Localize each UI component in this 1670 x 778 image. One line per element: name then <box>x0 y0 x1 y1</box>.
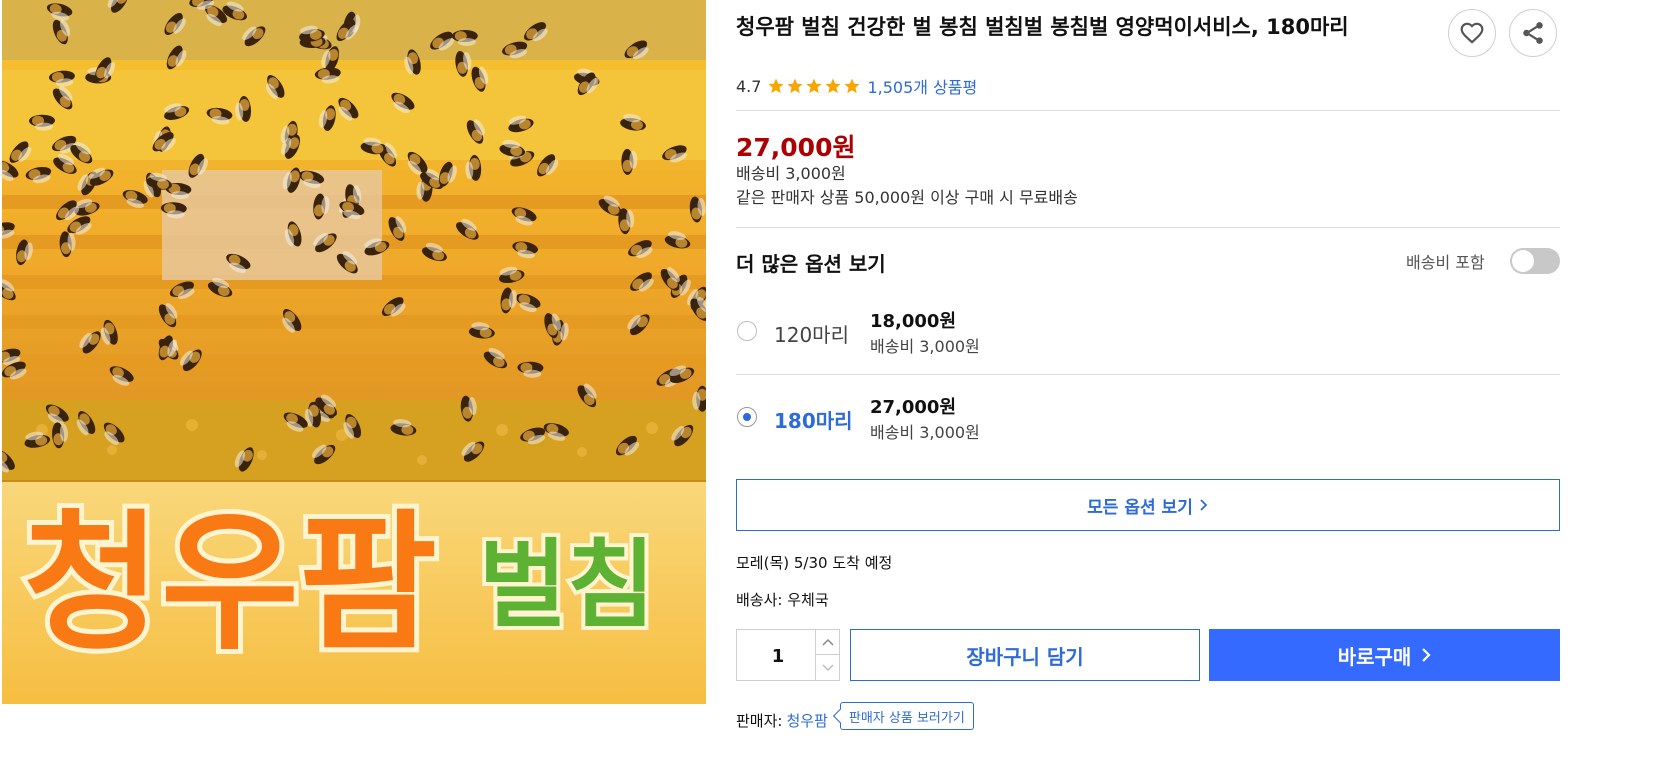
quantity-decrease-button[interactable] <box>815 655 839 680</box>
carrier-info: 배송사: 우체국 <box>736 591 829 609</box>
quantity-stepper <box>736 629 840 682</box>
star-icon <box>768 78 784 94</box>
divider <box>736 227 1560 228</box>
seller-row: 판매자: 청우팜 판매자 상품 보러가기 <box>736 702 974 734</box>
banner-brand-text: 청우팜 <box>23 497 437 671</box>
option-name: 180마리 <box>774 409 853 433</box>
rating-score: 4.7 <box>736 76 762 96</box>
product-title: 청우팜 벌침 건강한 벌 봉침 벌침벌 봉침벌 영양먹이서비스, 180마리 <box>736 15 1349 39</box>
divider <box>736 374 1560 375</box>
all-options-button[interactable]: 모든 옵션 보기 <box>736 479 1560 531</box>
star-rating <box>767 77 861 95</box>
option-shipping: 배송비 3,000원 <box>870 423 980 442</box>
divider <box>736 110 1560 111</box>
chevron-down-icon <box>821 663 834 671</box>
star-icon <box>806 78 822 94</box>
more-options-heading: 더 많은 옵션 보기 <box>736 252 886 276</box>
add-to-cart-button[interactable]: 장바구니 담기 <box>850 629 1200 681</box>
heart-icon <box>1460 22 1484 44</box>
share-button[interactable] <box>1509 9 1557 57</box>
chevron-right-icon <box>1200 499 1208 511</box>
free-shipping-note: 같은 판매자 상품 50,000원 이상 구매 시 무료배송 <box>736 188 1078 207</box>
seller-products-tooltip[interactable]: 판매자 상품 보러가기 <box>839 702 974 730</box>
star-icon <box>787 78 803 94</box>
product-price: 27,000원 <box>736 133 856 162</box>
chevron-up-icon <box>821 638 834 646</box>
seller-name-link[interactable]: 청우팜 <box>786 710 827 731</box>
buy-now-button[interactable]: 바로구매 <box>1209 629 1560 681</box>
option-name: 120마리 <box>774 323 849 347</box>
option-radio-selected[interactable] <box>737 407 757 427</box>
shipping-fee: 배송비 3,000원 <box>736 164 846 183</box>
toggle-knob <box>1512 250 1534 272</box>
add-to-cart-label: 장바구니 담기 <box>966 644 1084 669</box>
option-price: 27,000원 <box>870 397 957 418</box>
product-photo: 청우팜 벌침 <box>2 0 706 704</box>
review-count-link[interactable]: 1,505개 상품평 <box>867 74 977 98</box>
wishlist-button[interactable] <box>1448 9 1496 57</box>
option-shipping: 배송비 3,000원 <box>870 337 980 356</box>
quantity-increase-button[interactable] <box>815 630 839 655</box>
share-icon <box>1523 22 1543 44</box>
option-price: 18,000원 <box>870 311 957 332</box>
arrival-estimate: 모레(목) 5/30 도착 예정 <box>736 554 893 572</box>
star-icon <box>844 78 860 94</box>
quantity-input[interactable] <box>737 630 819 682</box>
buy-now-label: 바로구매 <box>1337 644 1412 669</box>
chevron-right-icon <box>1422 648 1431 662</box>
all-options-label: 모든 옵션 보기 <box>1087 497 1193 518</box>
include-shipping-label: 배송비 포함 <box>1406 253 1485 272</box>
option-radio[interactable] <box>737 321 757 341</box>
banner-word-text: 벌침 <box>479 529 656 641</box>
product-image[interactable]: 청우팜 벌침 <box>2 0 706 704</box>
option-120[interactable]: 120마리 18,000원 배송비 3,000원 <box>736 311 1560 407</box>
star-icon <box>825 78 841 94</box>
include-shipping-toggle[interactable] <box>1510 248 1560 274</box>
product-info-panel: 청우팜 벌침 건강한 벌 봉침 벌침벌 봉침벌 영양먹이서비스, 180마리 4… <box>736 0 1560 778</box>
rating-row: 4.7 1,505개 상품평 <box>736 74 977 98</box>
seller-label: 판매자: <box>736 711 783 730</box>
